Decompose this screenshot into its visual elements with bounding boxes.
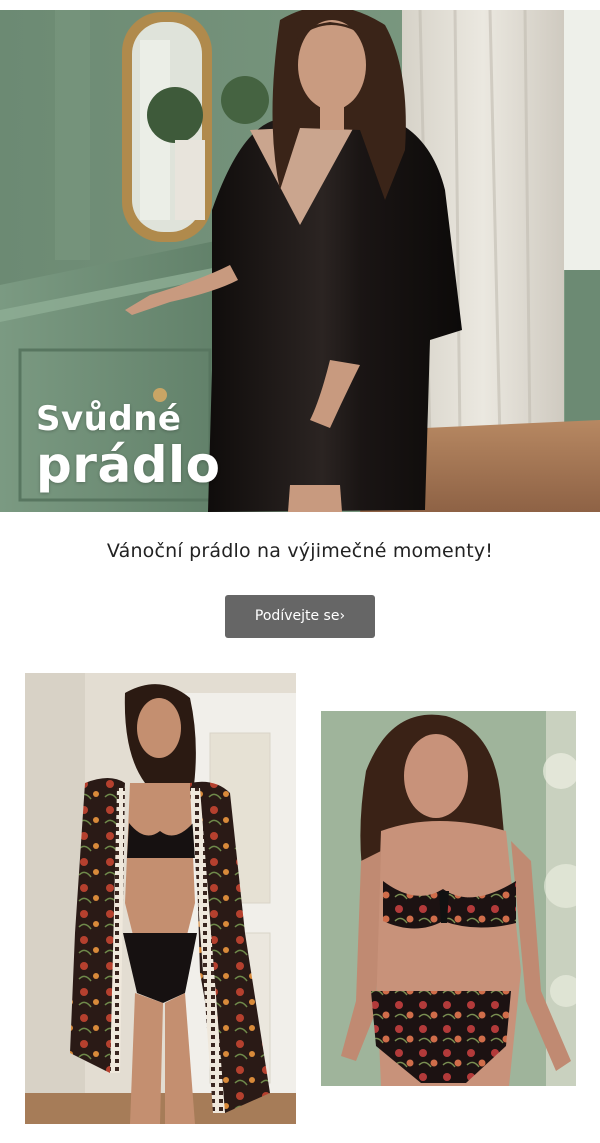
hero-title-line1: Svůdné [36,399,182,439]
hero-title-line2: prádlo [36,436,221,494]
hero-banner[interactable]: Svůdné prádlo [0,10,600,512]
product-photo-floral-set[interactable] [321,711,576,1086]
tagline: Vánoční prádlo na výjimečné momenty! [106,540,494,562]
chevron-right-icon: › [339,608,346,624]
view-button-label: Podívejte se [254,608,340,624]
kimono-set-image [25,673,296,1124]
hero-title: Svůdné prádlo [36,402,220,490]
floral-set-image [321,711,576,1086]
view-button[interactable]: Podívejte se› [225,595,375,638]
product-photo-kimono-set[interactable] [25,673,296,1124]
